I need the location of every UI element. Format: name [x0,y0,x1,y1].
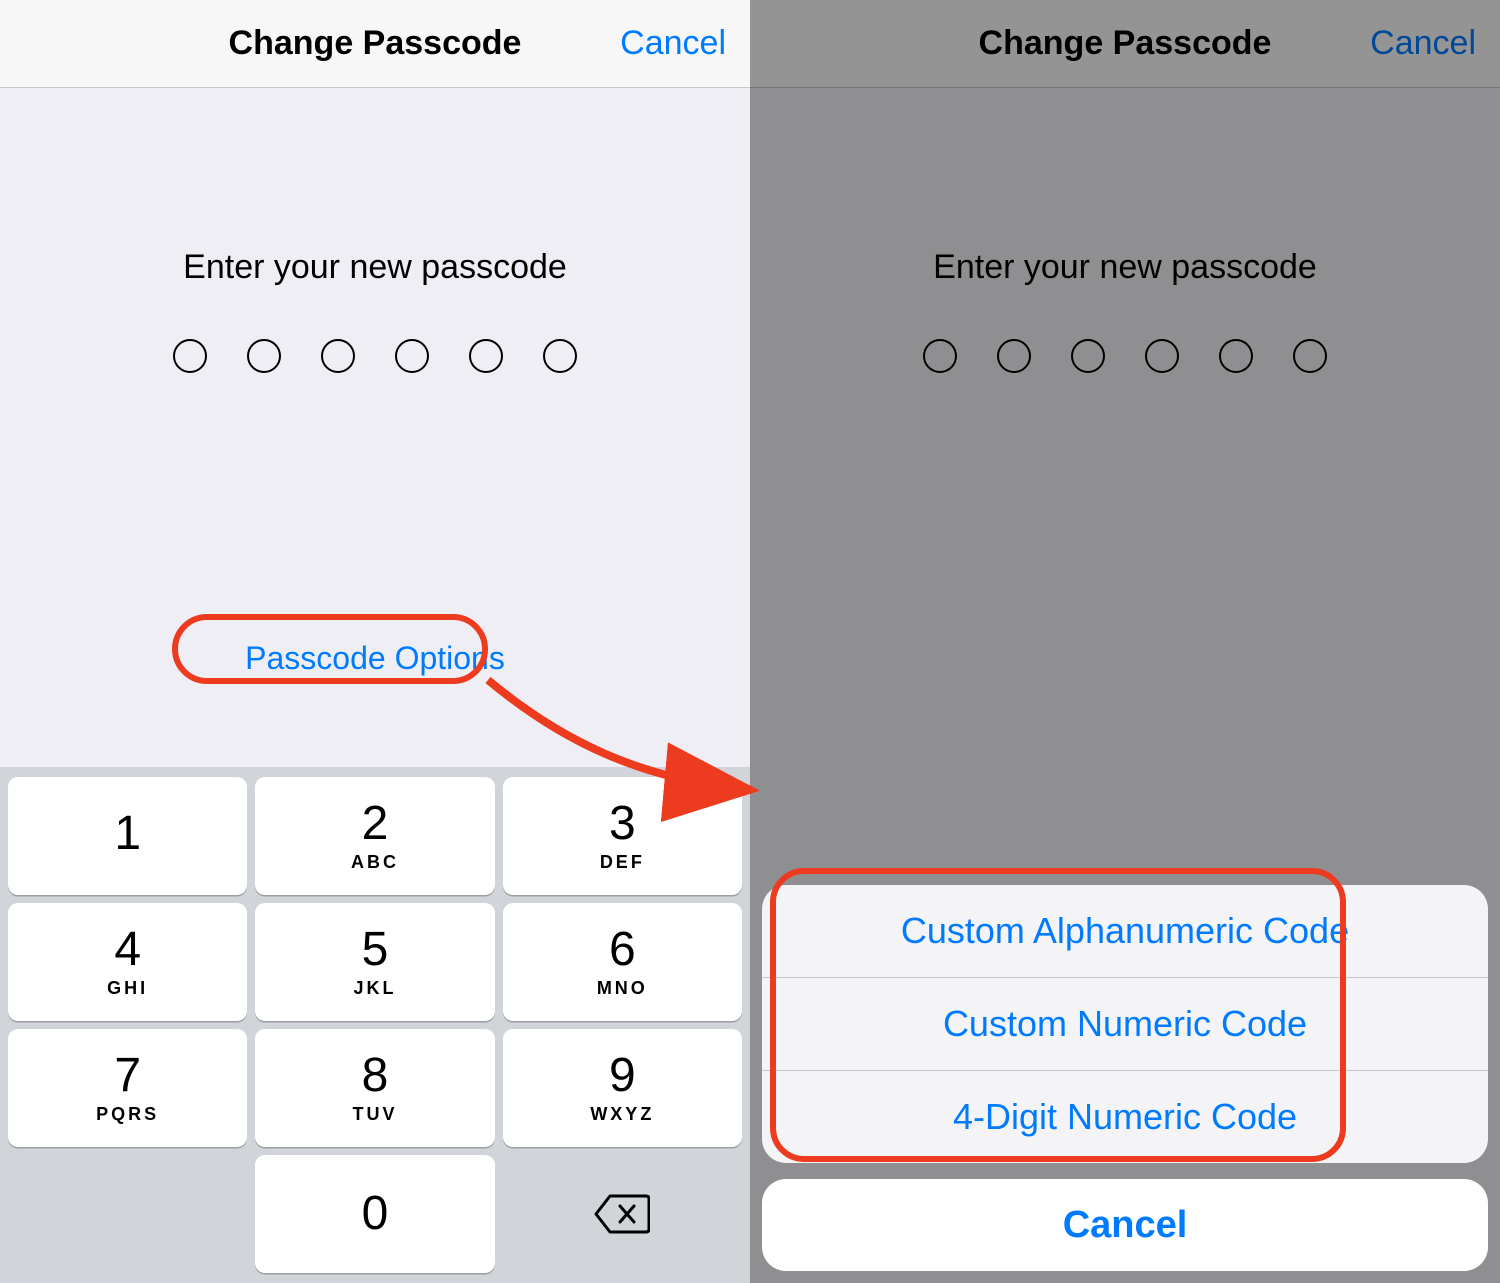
passcode-dot [173,339,207,373]
keypad-spacer [8,1155,247,1273]
passcode-dot [321,339,355,373]
passcode-dot [543,339,577,373]
key-digit: 8 [362,1052,389,1100]
keypad-key-1[interactable]: 1 [8,777,247,895]
passcode-options-action-sheet: Custom Alphanumeric Code Custom Numeric … [762,885,1488,1271]
keypad-key-7[interactable]: 7 PQRS [8,1029,247,1147]
keypad-key-2[interactable]: 2 ABC [255,777,494,895]
key-digit: 0 [362,1190,389,1238]
action-sheet-options-group: Custom Alphanumeric Code Custom Numeric … [762,885,1488,1163]
key-digit: 4 [114,926,141,974]
keypad-key-3[interactable]: 3 DEF [503,777,742,895]
passcode-dot [469,339,503,373]
key-letters: ABC [351,852,399,873]
key-letters: MNO [597,978,648,999]
keypad-backspace[interactable] [503,1155,742,1273]
screenshot-right: Change Passcode Cancel Enter your new pa… [750,0,1500,1283]
passcode-dots [0,339,750,373]
key-digit: 7 [114,1052,141,1100]
key-letters: GHI [107,978,148,999]
passcode-dot [247,339,281,373]
keypad-key-8[interactable]: 8 TUV [255,1029,494,1147]
key-digit: 2 [362,800,389,848]
option-custom-alphanumeric[interactable]: Custom Alphanumeric Code [762,885,1488,977]
key-digit: 9 [609,1052,636,1100]
key-letters: WXYZ [590,1104,654,1125]
keypad-key-9[interactable]: 9 WXYZ [503,1029,742,1147]
key-digit: 6 [609,926,636,974]
passcode-options-link[interactable]: Passcode Options [245,640,505,677]
option-custom-numeric[interactable]: Custom Numeric Code [762,978,1488,1070]
key-digit: 1 [114,810,141,858]
keypad-key-6[interactable]: 6 MNO [503,903,742,1021]
navbar-title: Change Passcode [229,24,522,63]
action-sheet-cancel-button[interactable]: Cancel [762,1179,1488,1271]
numeric-keypad: 1 2 ABC 3 DEF 4 GHI 5 [0,767,750,1283]
keypad-key-5[interactable]: 5 JKL [255,903,494,1021]
passcode-entry-area: Enter your new passcode [0,88,750,373]
option-4-digit-numeric[interactable]: 4-Digit Numeric Code [762,1071,1488,1163]
passcode-dot [395,339,429,373]
key-digit: 5 [362,926,389,974]
cancel-button[interactable]: Cancel [620,24,726,63]
key-letters: TUV [352,1104,397,1125]
keypad-key-4[interactable]: 4 GHI [8,903,247,1021]
screenshot-left: Change Passcode Cancel Enter your new pa… [0,0,750,1283]
key-digit: 3 [609,800,636,848]
navbar: Change Passcode Cancel [0,0,750,88]
prompt-text: Enter your new passcode [0,248,750,287]
key-letters: JKL [353,978,396,999]
keypad-key-0[interactable]: 0 [255,1155,494,1273]
backspace-icon [594,1194,650,1234]
key-letters: PQRS [96,1104,159,1125]
key-letters: DEF [600,852,645,873]
